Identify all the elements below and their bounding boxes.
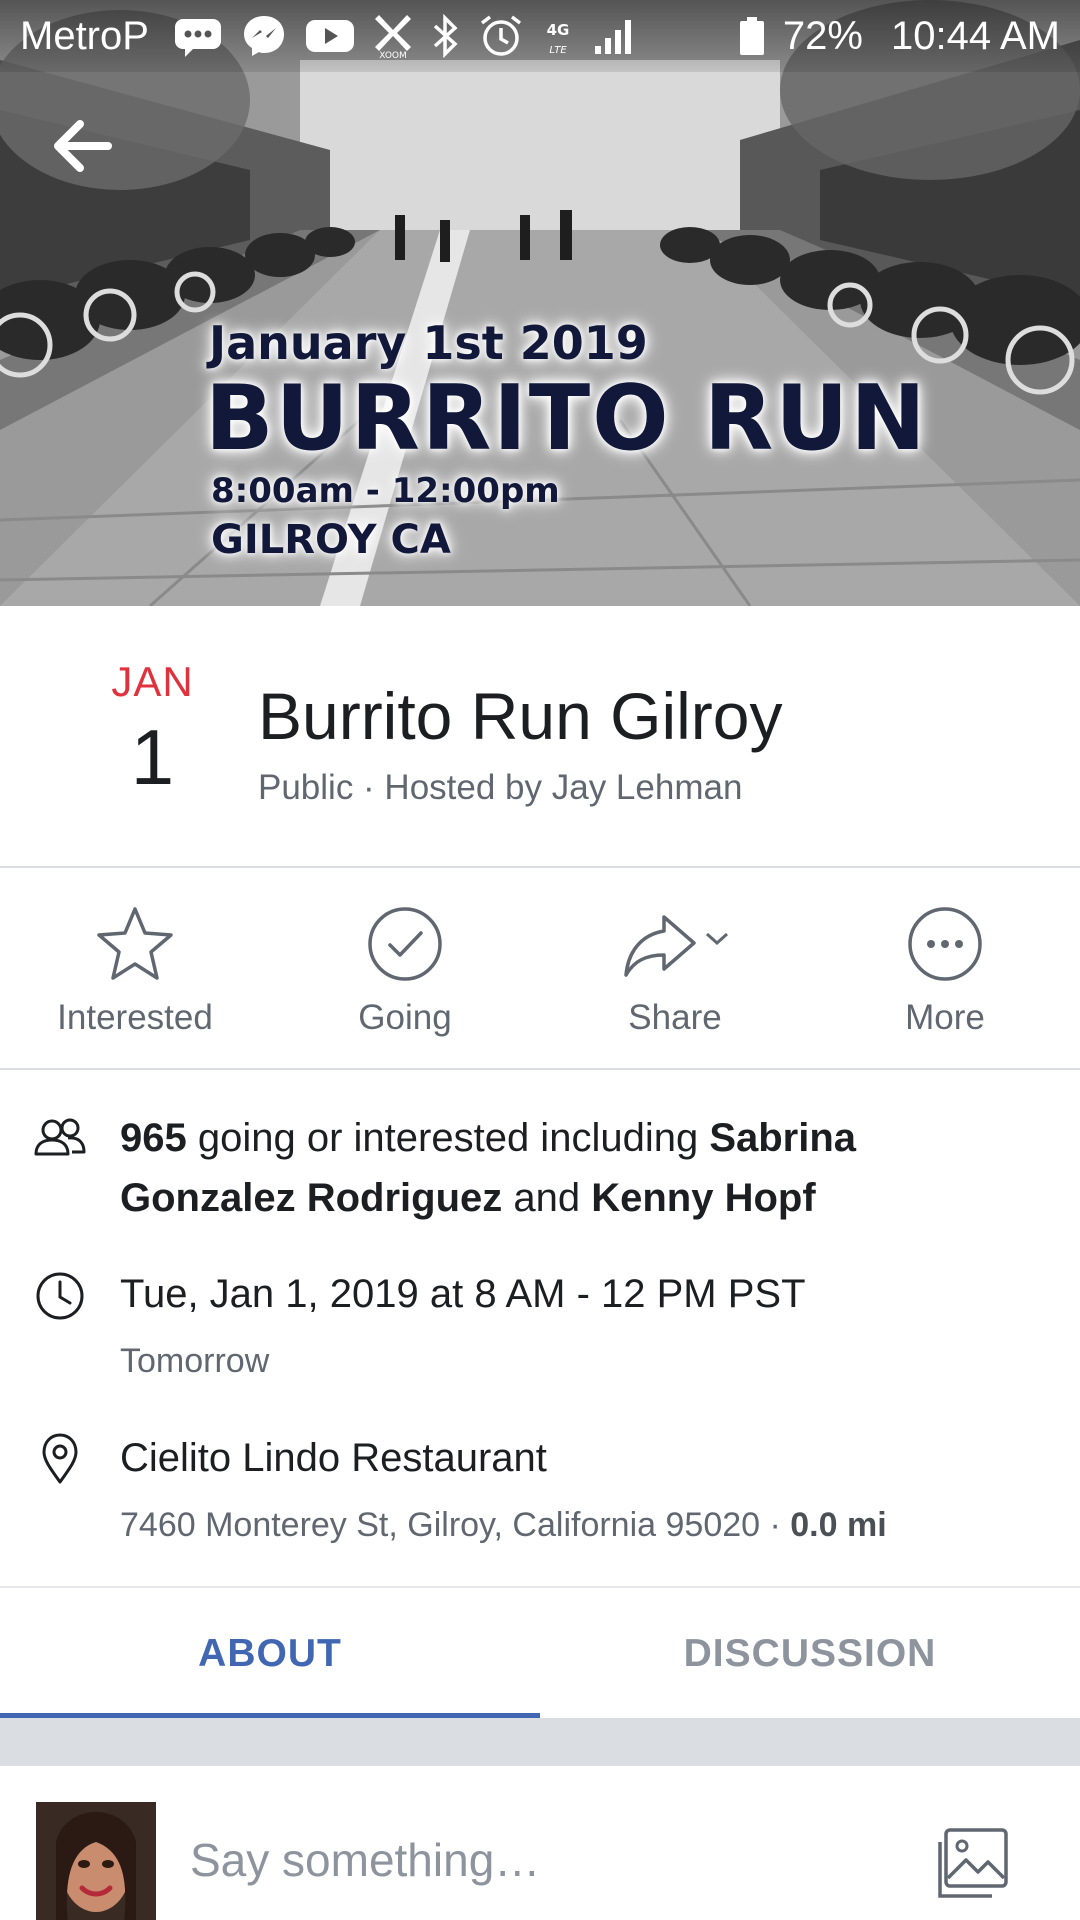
event-relative-day: Tomorrow [120,1342,270,1380]
event-day: 1 [130,713,175,801]
star-icon [97,907,173,980]
event-host-line[interactable]: Public · Hosted by Jay Lehman [258,768,742,808]
attendee-name-2[interactable]: Kenny Hopf [591,1176,815,1220]
alarm-icon [480,15,521,56]
more-dots-icon [908,907,982,981]
notification-icons: XOOM 4G LTE [173,13,637,59]
avatar[interactable] [36,1802,156,1920]
share-button[interactable]: Share [540,870,810,1068]
share-arrow-icon [624,915,696,977]
tab-discussion[interactable]: DISCUSSION [540,1590,1080,1718]
say-something-input[interactable] [190,1830,890,1890]
attendance-count: 965 [120,1116,187,1160]
check-circle-icon [368,907,442,981]
messenger-icon [243,16,284,56]
cover-title-block: January 1st 2019 BURRITO RUN 8:00am - 12… [205,320,928,560]
event-details: 965 going or interested including Sabrin… [0,1072,1080,1588]
more-button[interactable]: More [810,870,1080,1068]
tab-about[interactable]: ABOUT [0,1590,540,1718]
attendance-summary[interactable]: 965 going or interested including Sabrin… [120,1108,1020,1228]
event-header: JAN 1 Burrito Run Gilroy Public · Hosted… [0,606,1080,868]
cover-date-text: January 1st 2019 [209,316,648,370]
status-bar: MetroP XOOM 4G LTE 72% 10:44 AM [0,0,1080,72]
attendance-and: and [502,1176,592,1220]
svg-text:XOOM: XOOM [379,51,407,59]
back-arrow-icon[interactable] [52,118,112,174]
svg-text:LTE: LTE [549,45,567,56]
battery-icon [739,17,764,55]
going-label: Going [358,998,452,1037]
share-label: Share [628,998,722,1037]
cover-time-text: 8:00am - 12:00pm [211,471,560,511]
event-date-badge: JAN 1 [100,658,205,803]
event-action-bar: Interested Going Share More [0,870,1080,1070]
bluetooth-icon [433,14,458,58]
people-icon [34,1118,86,1156]
svg-text:4G: 4G [547,21,570,39]
post-composer [0,1766,1080,1920]
signal-icon [594,20,631,54]
tab-about-label: ABOUT [198,1632,342,1675]
carrier-name: MetroP [20,13,149,58]
section-divider [0,1718,1080,1766]
interested-button[interactable]: Interested [0,870,270,1068]
avatar-portrait [36,1802,156,1920]
event-datetime[interactable]: Tue, Jan 1, 2019 at 8 AM - 12 PM PST [120,1264,806,1324]
chevron-down-icon [705,932,729,946]
sms-icon [174,19,221,57]
location-address: 7460 Monterey St, Gilroy, California 950… [120,1506,791,1544]
clock-time: 10:44 AM [890,13,1060,58]
event-title: Burrito Run Gilroy [258,679,783,753]
location-pin-icon [42,1433,78,1484]
cover-event-name: BURRITO RUN [205,366,928,471]
location-name[interactable]: Cielito Lindo Restaurant [120,1428,547,1488]
interested-label: Interested [57,998,213,1037]
location-address-line[interactable]: 7460 Monterey St, Gilroy, California 950… [120,1506,887,1545]
attendance-text: going or interested including [186,1116,710,1160]
more-label: More [905,998,985,1037]
location-distance: 0.0 mi [790,1506,887,1544]
clock-icon [36,1272,84,1320]
going-button[interactable]: Going [270,870,540,1068]
cover-place-text: GILROY CA [211,517,451,563]
event-month: JAN [111,658,194,705]
network-4g-icon: 4G LTE [547,21,570,56]
event-cover-photo[interactable]: January 1st 2019 BURRITO RUN 8:00am - 12… [0,0,1080,606]
photo-icon[interactable] [934,1826,1010,1902]
battery-percent: 72% [782,13,863,58]
tab-discussion-label: DISCUSSION [683,1632,937,1675]
xoom-icon: XOOM [374,15,411,59]
youtube-icon [305,20,354,52]
status-right: 72% 10:44 AM [739,14,1060,59]
event-tabs: ABOUT DISCUSSION [0,1590,1080,1718]
